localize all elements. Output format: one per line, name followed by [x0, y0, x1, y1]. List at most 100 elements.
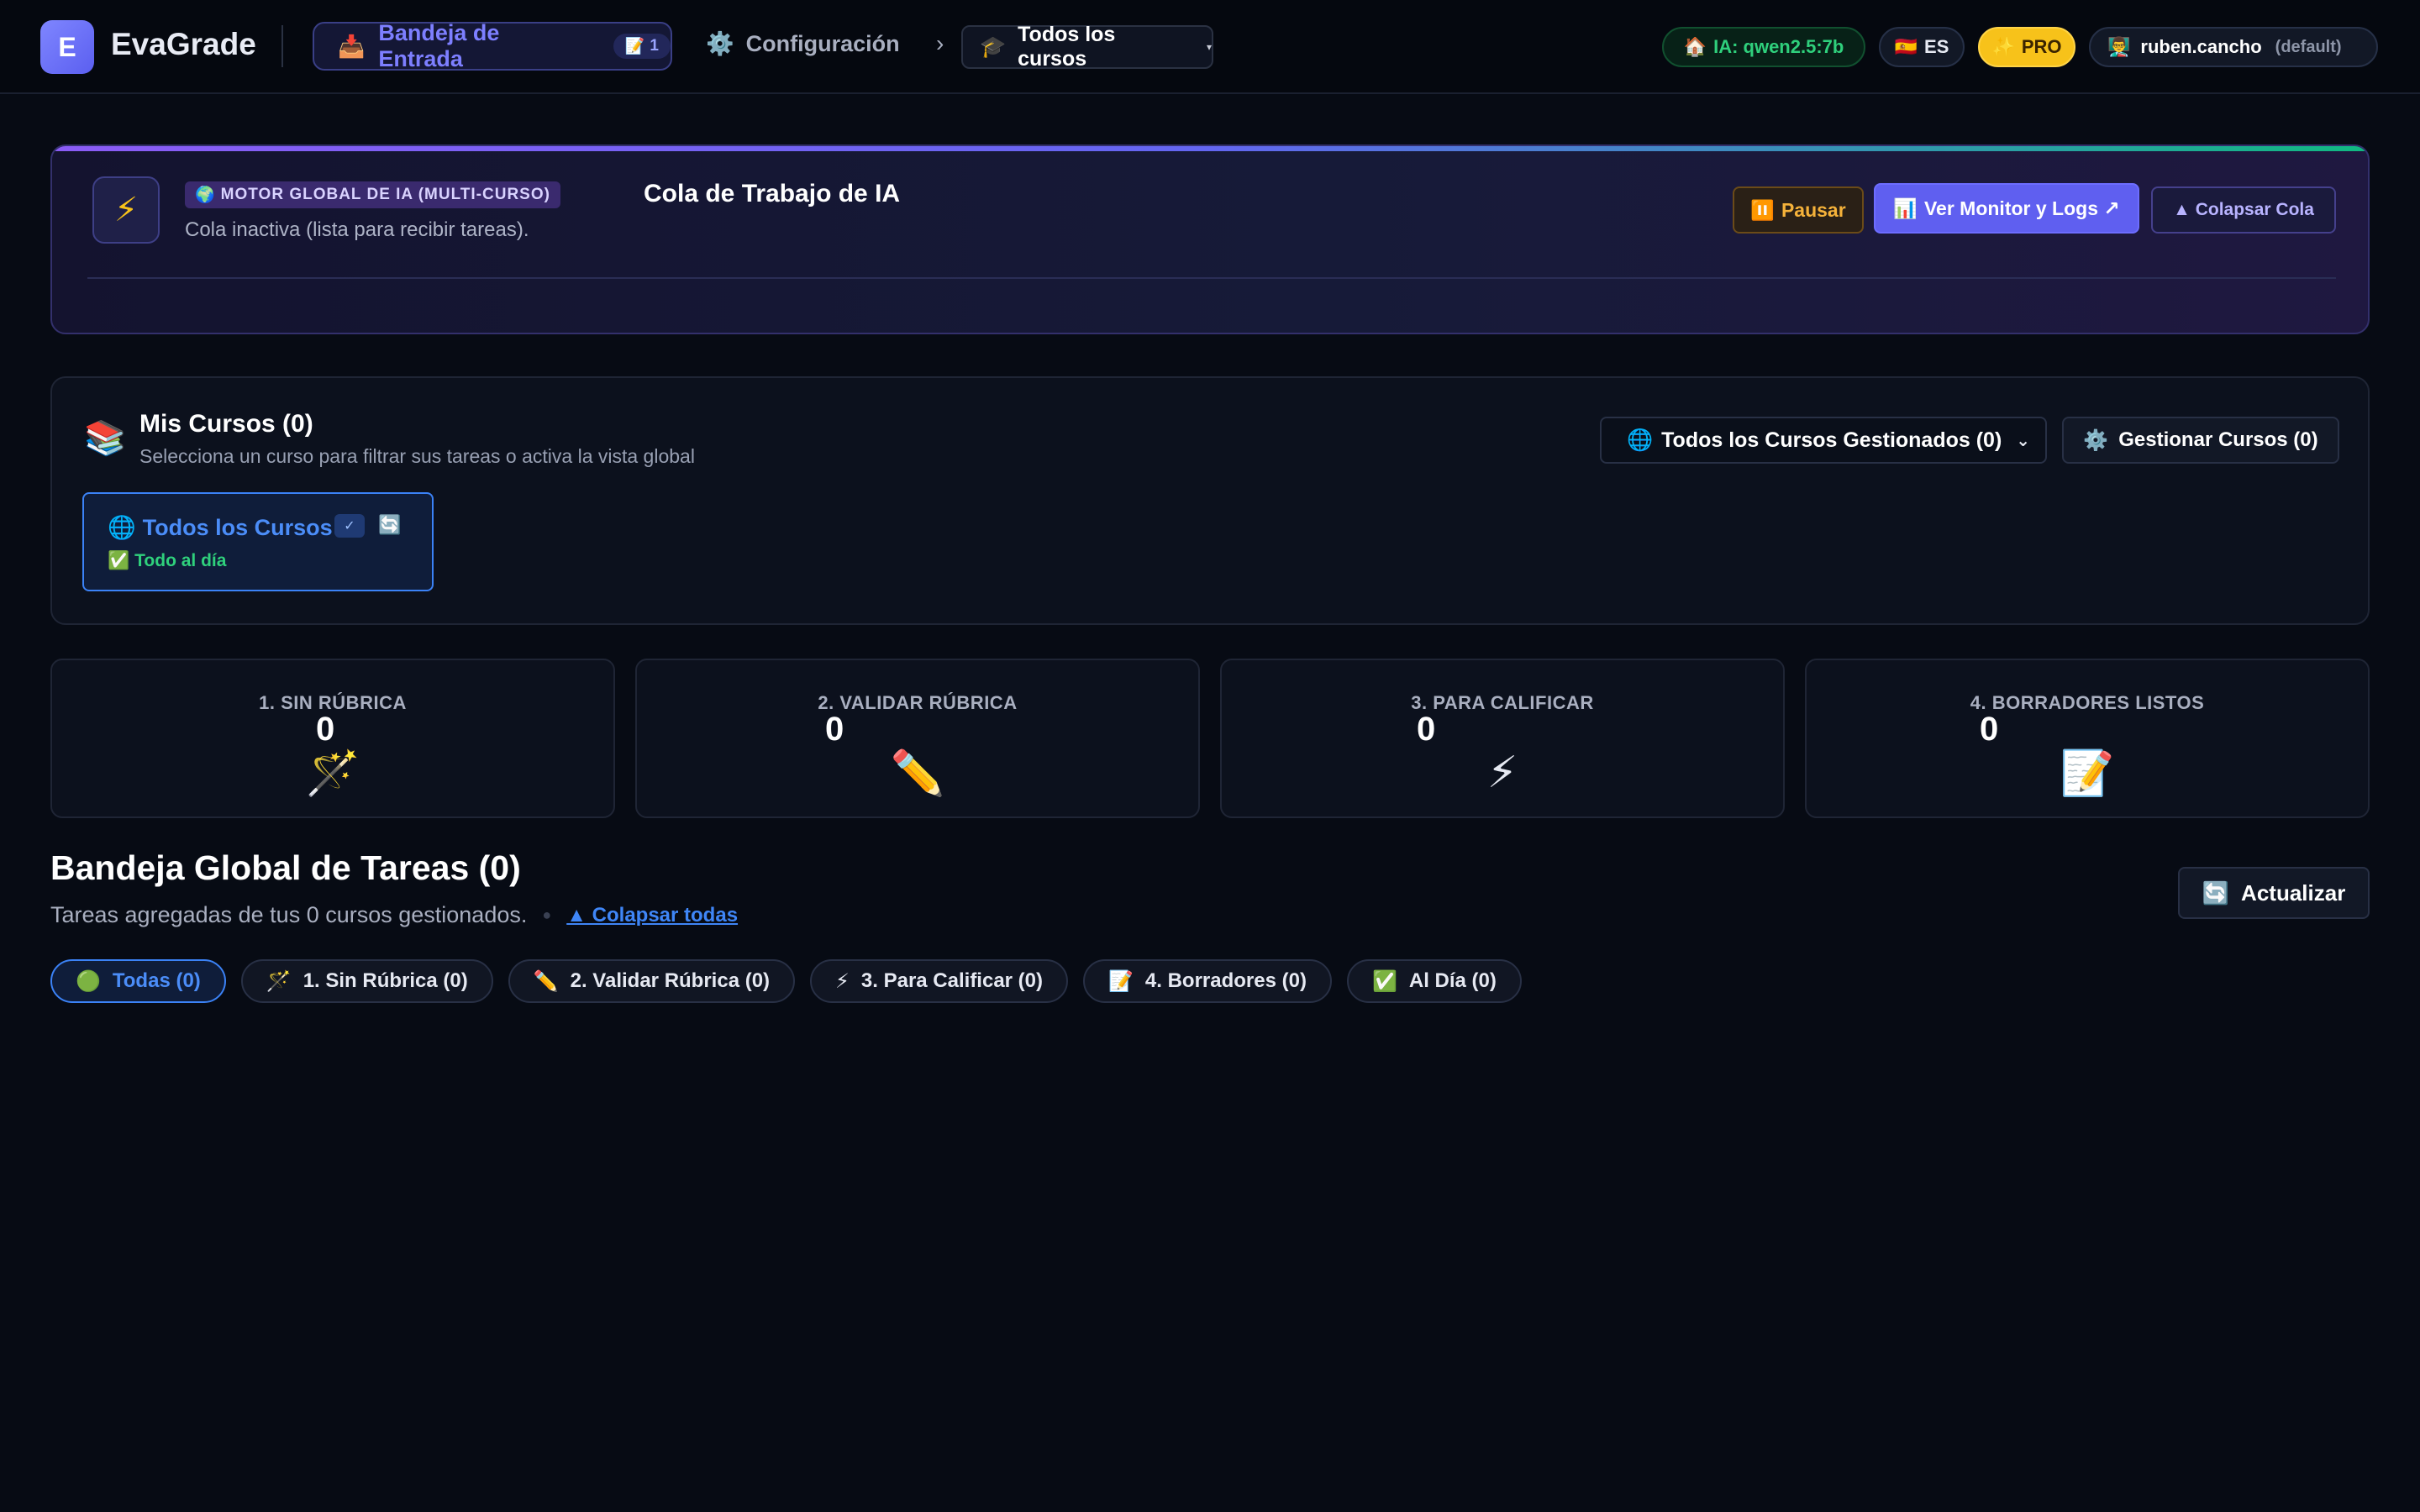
course-tile-status: ✅ Todo al día	[108, 551, 226, 571]
refresh-label: Actualizar	[2241, 879, 2346, 906]
pro-plan-badge[interactable]: ✨ PRO	[1978, 27, 2075, 67]
globe-icon: 🌐	[1627, 428, 1654, 452]
courses-title: Mis Cursos (0)	[139, 410, 313, 438]
stat-value: 0	[316, 711, 335, 748]
my-courses-panel: 📚 Mis Cursos (0) Selecciona un curso par…	[50, 376, 2370, 625]
stat-label: 4. BORRADORES LISTOS	[1970, 692, 2205, 713]
chevron-down-icon: ▾	[1206, 41, 1212, 53]
ai-model-label: IA: qwen2.5:7b	[1713, 36, 1844, 57]
spain-flag-icon: 🇪🇸	[1894, 36, 1918, 57]
user-name: ruben.cancho	[2140, 36, 2262, 57]
queue-divider	[87, 277, 2336, 279]
queue-status: Cola inactiva (lista para recibir tareas…	[185, 218, 529, 241]
refresh-button[interactable]: 🔄 Actualizar	[2178, 867, 2370, 919]
memo-icon: 📝	[2060, 749, 2115, 798]
ai-queue-panel: ⚡ 🌍 MOTOR GLOBAL DE IA (MULTI-CURSO) Col…	[50, 144, 2370, 334]
managed-courses-select[interactable]: 🌐 Todos los Cursos Gestionados (0) ⌄	[1600, 417, 2047, 464]
managed-courses-value: Todos los Cursos Gestionados (0)	[1661, 428, 2002, 452]
app-name[interactable]: EvaGrade	[111, 27, 256, 62]
global-engine-tag: 🌍 MOTOR GLOBAL DE IA (MULTI-CURSO)	[185, 181, 560, 208]
inbox-count-badge: 📝 1	[613, 34, 671, 59]
user-profile-label: (default)	[2275, 37, 2342, 56]
filter-chip-validate-rubric[interactable]: ✏️ 2. Validar Rúbrica (0)	[508, 959, 796, 1003]
teacher-avatar-icon: 👨‍🏫	[2107, 36, 2131, 57]
stat-card-validate-rubric[interactable]: 2. VALIDAR RÚBRICA 0 ✏️	[635, 659, 1200, 818]
global-engine-tag-label: MOTOR GLOBAL DE IA (MULTI-CURSO)	[220, 186, 550, 203]
filter-chip-up-to-date[interactable]: ✅ Al Día (0)	[1346, 959, 1522, 1003]
books-icon: 📚	[84, 420, 126, 457]
sparkles-icon: ✨	[1991, 36, 2015, 57]
view-monitor-logs-button[interactable]: 📊 Ver Monitor y Logs ↗	[1874, 183, 2139, 234]
magic-wand-icon: 🪄	[305, 749, 360, 798]
user-menu[interactable]: 👨‍🏫 ruben.cancho (default)	[2089, 27, 2378, 67]
plan-label: PRO	[2021, 36, 2062, 57]
filter-label: 4. Borradores (0)	[1144, 969, 1307, 992]
globe-icon: 🌐	[108, 515, 136, 540]
memo-icon: 📝	[624, 38, 645, 55]
globe-icon: 🌍	[195, 186, 216, 204]
inbox-title: Bandeja Global de Tareas (0)	[50, 848, 521, 887]
inbox-count: 1	[650, 37, 659, 55]
house-icon: 🏠	[1683, 36, 1707, 57]
brand-divider	[281, 25, 283, 67]
course-selector-value: Todos los cursos	[1018, 23, 1116, 71]
language-label: ES	[1924, 36, 1949, 57]
green-circle-icon: 🟢	[76, 969, 101, 993]
nav-config-label: Configuración	[745, 30, 900, 56]
ai-model-badge[interactable]: 🏠 IA: qwen2.5:7b	[1662, 27, 1865, 67]
stat-card-no-rubric[interactable]: 1. SIN RÚBRICA 0 🪄	[50, 659, 615, 818]
course-tile-label: Todos los Cursos	[142, 514, 333, 540]
course-tile-all[interactable]: 🌐 Todos los Cursos ✓ 🔄 ✅ Todo al día	[82, 492, 434, 591]
stat-card-drafts-ready[interactable]: 4. BORRADORES LISTOS 0 📝	[1805, 659, 2370, 818]
graduation-cap-icon: 🎓	[980, 34, 1007, 59]
course-tile-name: 🌐 Todos los Cursos	[108, 514, 333, 541]
course-status-label: Todo al día	[134, 551, 227, 570]
collapse-all-link[interactable]: ▲ Colapsar todas	[566, 904, 738, 927]
collapse-queue-button[interactable]: ▲ Colapsar Cola	[2151, 186, 2336, 234]
chevron-down-icon: ⌄	[2016, 432, 2030, 450]
filter-label: Al Día (0)	[1408, 969, 1497, 992]
inbox-tray-icon: 📥	[338, 33, 366, 59]
lightning-icon: ⚡	[835, 969, 850, 993]
gear-icon: ⚙️	[2083, 428, 2109, 452]
filter-chip-drafts[interactable]: 📝 4. Borradores (0)	[1083, 959, 1332, 1003]
filter-label: 2. Validar Rúbrica (0)	[570, 969, 771, 992]
app-logo[interactable]: E	[40, 20, 94, 74]
inbox-subtitle-row: Tareas agregadas de tus 0 cursos gestion…	[50, 902, 738, 928]
stat-value: 0	[825, 711, 844, 748]
filter-label: Todas (0)	[112, 969, 201, 992]
refresh-icon: 🔄	[2202, 879, 2230, 906]
gear-icon: ⚙️	[706, 31, 734, 56]
nav-inbox-label: Bandeja de Entrada	[378, 20, 500, 71]
manage-courses-label: Gestionar Cursos (0)	[2118, 428, 2318, 451]
manage-courses-button[interactable]: ⚙️ Gestionar Cursos (0)	[2062, 417, 2339, 464]
monitor-label: Ver Monitor y Logs ↗	[1923, 197, 2120, 219]
nav-config-tab[interactable]: ⚙️ Configuración	[706, 30, 900, 57]
top-bar: E EvaGrade 📥 Bandeja de Entrada 📝 1 ⚙️ C…	[0, 0, 2420, 94]
courses-subtitle: Selecciona un curso para filtrar sus tar…	[139, 445, 695, 467]
filter-chip-to-grade[interactable]: ⚡ 3. Para Calificar (0)	[810, 959, 1069, 1003]
filter-chip-no-rubric[interactable]: 🪄 1. Sin Rúbrica (0)	[240, 959, 493, 1003]
pause-icon: ⏸️	[1750, 198, 1775, 221]
filter-chip-all[interactable]: 🟢 Todas (0)	[50, 959, 226, 1003]
queue-accent-line	[52, 146, 2368, 151]
stat-label: 3. PARA CALIFICAR	[1411, 692, 1594, 713]
stat-label: 2. VALIDAR RÚBRICA	[818, 692, 1018, 713]
nav-inbox-tab[interactable]: 📥 Bandeja de Entrada 📝 1	[313, 20, 672, 71]
check-mark-icon: ✅	[108, 551, 130, 570]
separator-dot: ●	[542, 906, 552, 923]
filter-label: 1. Sin Rúbrica (0)	[302, 969, 468, 992]
pencil-icon: ✏️	[533, 969, 559, 993]
stat-value: 0	[1980, 711, 1999, 748]
lightning-icon: ⚡	[92, 176, 160, 244]
pause-label: Pausar	[1781, 198, 1846, 221]
pause-queue-button[interactable]: ⏸️ Pausar	[1733, 186, 1864, 234]
language-selector[interactable]: 🇪🇸 ES	[1879, 27, 1965, 67]
course-selector-dropdown[interactable]: 🎓 Todos los cursos ▾	[961, 23, 1213, 71]
filter-label: 3. Para Calificar (0)	[860, 969, 1044, 992]
magic-wand-icon: 🪄	[266, 969, 292, 993]
bar-chart-icon: 📊	[1893, 197, 1918, 219]
sync-icon[interactable]: 🔄	[378, 514, 401, 536]
inbox-subtitle: Tareas agregadas de tus 0 cursos gestion…	[50, 902, 528, 927]
stat-card-to-grade[interactable]: 3. PARA CALIFICAR 0 ⚡	[1220, 659, 1785, 818]
